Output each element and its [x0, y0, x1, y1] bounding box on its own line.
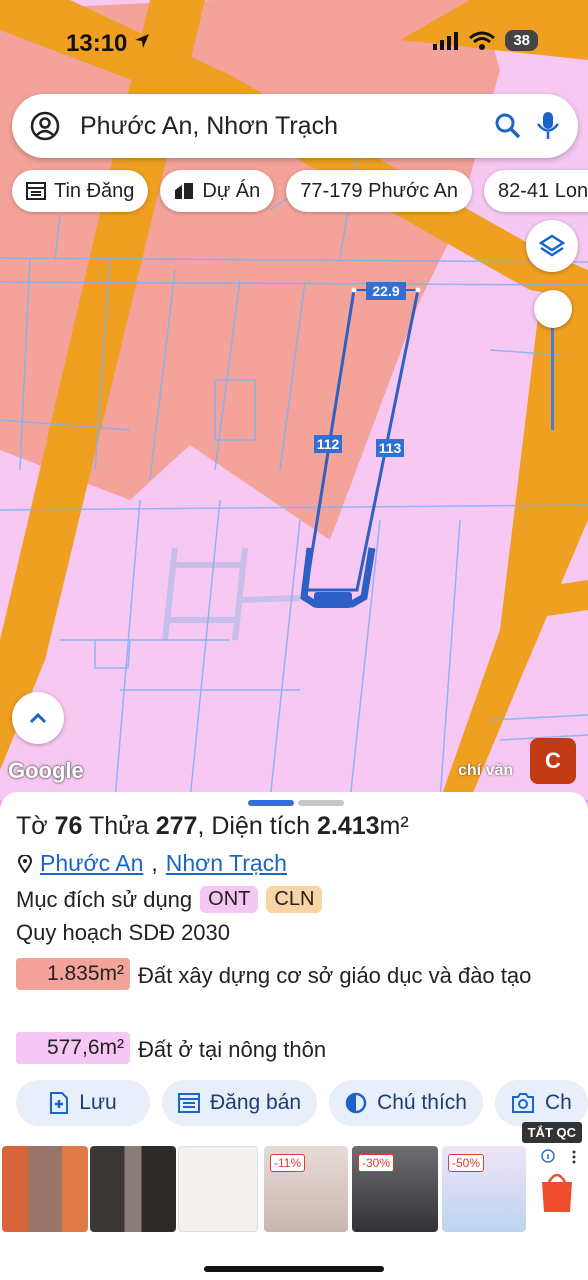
- home-indicator: [204, 1266, 384, 1272]
- discount-badge: -11%: [270, 1154, 306, 1172]
- discount-badge: -30%: [358, 1154, 395, 1172]
- map-user-label: chí văn: [458, 762, 514, 779]
- building-icon: [175, 183, 194, 199]
- status-time: 13:10: [66, 30, 128, 57]
- chip-address-2[interactable]: 82-41 Long: [484, 170, 588, 212]
- post-listing-button[interactable]: Đăng bán: [162, 1080, 318, 1126]
- legend-icon: [345, 1092, 367, 1114]
- ad-thumb[interactable]: [90, 1146, 176, 1232]
- zone-description: Đất xây dựng cơ sở giáo dục và đào tạo: [138, 963, 532, 988]
- signal-icon: [433, 31, 459, 50]
- account-icon[interactable]: [30, 111, 60, 141]
- google-logo: Google: [8, 758, 84, 783]
- parcel-address: Phước An, Nhơn Trạch: [18, 850, 287, 877]
- parcel-title: Tờ 76 Thửa 277, Diện tích 2.413m²: [16, 812, 409, 840]
- layers-button[interactable]: [526, 220, 578, 272]
- zone-row: 577,6m² Đất ở tại nông thôn: [16, 1032, 558, 1068]
- save-button[interactable]: Lưu: [16, 1080, 150, 1126]
- ad-thumb[interactable]: [178, 1146, 258, 1232]
- purpose-tag-ont[interactable]: ONT: [200, 886, 259, 913]
- search-query[interactable]: Phước An, Nhơn Trạch: [80, 112, 480, 141]
- edge-label-right: 113: [379, 440, 402, 456]
- chip-label: 77-179 Phước An: [300, 179, 458, 202]
- microphone-icon[interactable]: [536, 111, 560, 141]
- search-icon[interactable]: [494, 112, 522, 140]
- ad-shop-logo[interactable]: [530, 1146, 584, 1232]
- zone-description: Đất ở tại nông thôn: [138, 1037, 327, 1062]
- ward-link[interactable]: Phước An: [40, 850, 143, 877]
- filter-chips: Tin Đăng Dự Án 77-179 Phước An 82-41 Lon…: [12, 170, 588, 212]
- chip-label: 82-41 Long: [498, 179, 588, 202]
- edge-label-left: 112: [317, 436, 340, 452]
- wifi-icon: [469, 31, 496, 50]
- sheet-pager[interactable]: [248, 800, 344, 806]
- map-view[interactable]: 22.9 112 113 13:10 38 Phước An, Nhơn Trạ…: [0, 0, 588, 800]
- ad-thumb[interactable]: [2, 1146, 88, 1232]
- edge-label-top: 22.9: [372, 283, 399, 299]
- district-link[interactable]: Nhơn Trạch: [166, 850, 287, 877]
- chip-address-1[interactable]: 77-179 Phước An: [286, 170, 472, 212]
- land-use-purpose: Mục đích sử dụng ONT CLN: [16, 886, 323, 913]
- close-ads-button[interactable]: TẮT QC: [521, 1122, 582, 1143]
- location-arrow-icon: [135, 34, 149, 48]
- chip-tin-dang[interactable]: Tin Đăng: [12, 170, 149, 212]
- ad-thumb[interactable]: -30%: [352, 1146, 438, 1232]
- post-listing-icon: [178, 1093, 200, 1113]
- capture-button[interactable]: Ch: [494, 1080, 588, 1126]
- save-doc-icon: [50, 1092, 69, 1114]
- legend-button[interactable]: Chú thích: [329, 1080, 483, 1126]
- action-buttons: Lưu Đăng bán Chú thích Ch: [16, 1080, 588, 1126]
- avatar[interactable]: C: [530, 738, 576, 784]
- zone-area: 577,6m²: [16, 1032, 130, 1064]
- chip-label: Tin Đăng: [54, 179, 135, 202]
- opacity-slider-track[interactable]: [551, 310, 554, 430]
- chevron-up-icon: [29, 712, 47, 724]
- opacity-slider-thumb[interactable]: [534, 290, 572, 328]
- battery-indicator: 38: [505, 30, 538, 51]
- layers-icon: [539, 234, 565, 257]
- location-pin-icon: [18, 854, 32, 873]
- purpose-tag-cln[interactable]: CLN: [266, 886, 323, 913]
- status-bar: 13:10 38: [0, 0, 588, 90]
- chip-label: Dự Án: [202, 179, 261, 202]
- camera-icon: [511, 1093, 534, 1113]
- ad-thumb[interactable]: -11%: [264, 1146, 348, 1232]
- listing-icon: [26, 182, 46, 200]
- zone-row: 1.835m² Đất xây dựng cơ sở giáo dục và đ…: [16, 958, 558, 994]
- shopping-bag-icon: [541, 1149, 576, 1212]
- chip-du-an[interactable]: Dự Án: [160, 170, 275, 212]
- expand-up-button[interactable]: [12, 692, 64, 744]
- ad-thumb[interactable]: -50%: [442, 1146, 526, 1232]
- zone-area: 1.835m²: [16, 958, 130, 990]
- plan-heading: Quy hoạch SDĐ 2030: [16, 920, 231, 945]
- discount-badge: -50%: [448, 1154, 485, 1172]
- search-bar[interactable]: Phước An, Nhơn Trạch: [12, 94, 578, 158]
